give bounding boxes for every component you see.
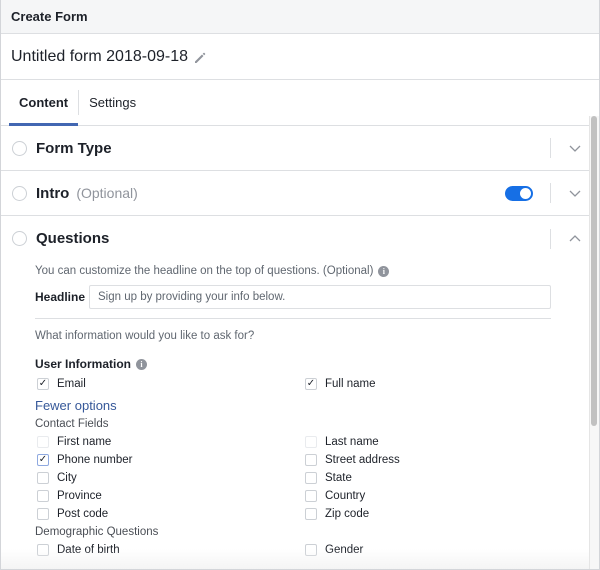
checkbox-label: Province xyxy=(57,490,102,502)
divider xyxy=(550,138,551,158)
checkbox-state[interactable]: State xyxy=(303,469,551,487)
pencil-icon[interactable] xyxy=(194,51,206,63)
ask-prompt: What information would you like to ask f… xyxy=(35,330,255,342)
checkbox-icon[interactable] xyxy=(37,490,49,502)
checkbox-icon[interactable] xyxy=(37,436,49,448)
checkbox-label: Street address xyxy=(325,454,400,466)
checkbox-label: Gender xyxy=(325,544,364,556)
status-circle-icon xyxy=(12,140,27,156)
intro-toggle[interactable] xyxy=(505,185,533,201)
checkbox-country[interactable]: Country xyxy=(303,487,551,505)
headline-hint: You can customize the headline on the to… xyxy=(35,265,551,277)
status-circle-icon xyxy=(12,185,27,201)
tab-settings[interactable]: Settings xyxy=(79,80,146,125)
form-name-row[interactable]: Untitled form 2018-09-18 xyxy=(1,34,599,80)
form-name[interactable]: Untitled form 2018-09-18 xyxy=(11,48,188,66)
checkbox-street-address[interactable]: Street address xyxy=(303,451,551,469)
checkbox-label: Email xyxy=(57,378,86,390)
headline-label: Headline xyxy=(35,290,86,304)
demographic-grid: Date of birth Gender xyxy=(35,541,551,559)
checkbox-email[interactable]: ✓ Email xyxy=(35,375,303,393)
tab-settings-label: Settings xyxy=(89,95,137,110)
checkbox-date-of-birth[interactable]: Date of birth xyxy=(35,541,303,559)
contact-fields-grid: First name Last name ✓ Phone number Stre… xyxy=(35,433,551,523)
checkbox-icon[interactable] xyxy=(305,508,317,520)
checkbox-icon[interactable] xyxy=(305,490,317,502)
content-scroll-area: Form Type Intro (Optional) Questions You… xyxy=(1,126,599,569)
user-information-heading: User Information i xyxy=(35,357,551,371)
chevron-down-icon[interactable] xyxy=(561,190,589,197)
info-icon[interactable]: i xyxy=(136,358,148,370)
checkbox-icon[interactable] xyxy=(37,544,49,556)
checkbox-gender[interactable]: Gender xyxy=(303,541,551,559)
checkbox-label: Phone number xyxy=(57,454,133,466)
divider xyxy=(550,183,551,203)
tab-content[interactable]: Content xyxy=(9,80,79,126)
checkbox-checked-icon[interactable]: ✓ xyxy=(37,454,49,466)
divider xyxy=(35,318,551,319)
divider xyxy=(550,228,551,249)
checkbox-icon[interactable] xyxy=(305,472,317,484)
tab-content-label: Content xyxy=(19,95,69,110)
checkbox-first-name[interactable]: First name xyxy=(35,433,303,451)
section-title: Form Type xyxy=(36,139,112,157)
headline-row: Headline xyxy=(35,285,551,309)
user-information-title: User Information xyxy=(35,357,132,371)
section-intro[interactable]: Intro (Optional) xyxy=(1,171,589,216)
checkbox-icon[interactable] xyxy=(37,508,49,520)
checkbox-full-name[interactable]: ✓ Full name xyxy=(303,375,551,393)
section-title: Intro xyxy=(36,184,70,202)
create-form-dialog: Create Form Untitled form 2018-09-18 Con… xyxy=(0,0,600,570)
info-icon[interactable]: i xyxy=(378,265,390,277)
scrollbar-thumb[interactable] xyxy=(591,116,597,426)
tab-bar: Content Settings xyxy=(1,80,599,126)
checkbox-icon[interactable] xyxy=(305,436,317,448)
questions-body: You can customize the headline on the to… xyxy=(1,265,589,559)
demographic-questions-title: Demographic Questions xyxy=(35,526,159,538)
checkbox-checked-icon[interactable]: ✓ xyxy=(305,378,317,390)
contact-fields-title: Contact Fields xyxy=(35,418,109,430)
dialog-title-bar: Create Form xyxy=(1,0,599,34)
checkbox-label: Post code xyxy=(57,508,109,520)
chevron-up-icon[interactable] xyxy=(561,235,589,242)
chevron-down-icon[interactable] xyxy=(561,145,589,152)
checkbox-province[interactable]: Province xyxy=(35,487,303,505)
section-questions[interactable]: Questions xyxy=(1,216,589,261)
checkbox-label: Full name xyxy=(325,378,376,390)
checkbox-city[interactable]: City xyxy=(35,469,303,487)
checkbox-icon[interactable] xyxy=(305,544,317,556)
checkbox-zip-code[interactable]: Zip code xyxy=(303,505,551,523)
checkbox-post-code[interactable]: Post code xyxy=(35,505,303,523)
user-info-grid: ✓ Email ✓ Full name xyxy=(35,375,551,393)
status-circle-icon xyxy=(12,231,27,246)
fewer-options-link[interactable]: Fewer options xyxy=(35,398,117,413)
section-form-type[interactable]: Form Type xyxy=(1,126,589,171)
checkbox-label: Country xyxy=(325,490,366,502)
checkbox-label: State xyxy=(325,472,352,484)
dialog-title: Create Form xyxy=(11,9,88,24)
headline-hint-text: You can customize the headline on the to… xyxy=(35,265,374,277)
checkbox-label: Zip code xyxy=(325,508,370,520)
checkbox-icon[interactable] xyxy=(37,472,49,484)
checkbox-label: City xyxy=(57,472,77,484)
checkbox-phone-number[interactable]: ✓ Phone number xyxy=(35,451,303,469)
checkbox-label: First name xyxy=(57,436,112,448)
checkbox-checked-icon[interactable]: ✓ xyxy=(37,378,49,390)
section-title: Questions xyxy=(36,230,110,247)
checkbox-icon[interactable] xyxy=(305,454,317,466)
checkbox-label: Date of birth xyxy=(57,544,120,556)
checkbox-last-name[interactable]: Last name xyxy=(303,433,551,451)
checkbox-label: Last name xyxy=(325,436,379,448)
headline-input[interactable] xyxy=(89,285,551,309)
optional-label: (Optional) xyxy=(76,185,138,201)
